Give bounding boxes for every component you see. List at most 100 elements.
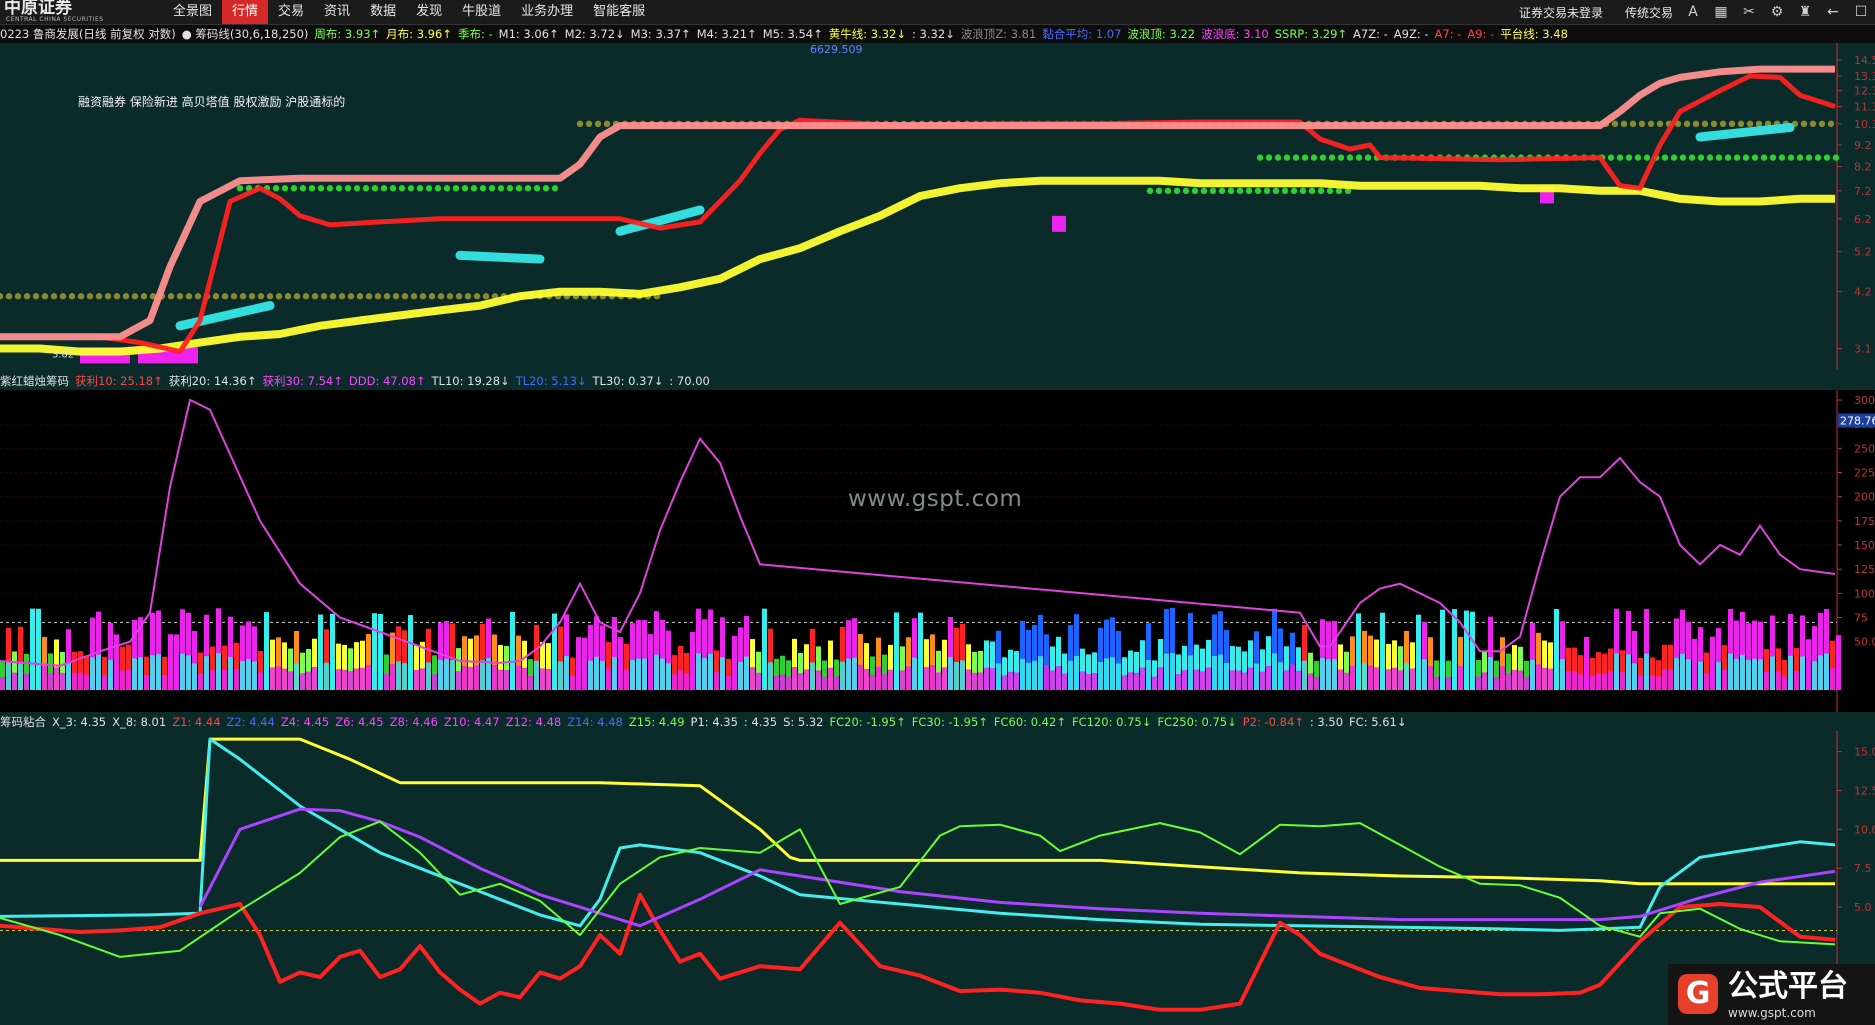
cohesion-legend-item-22: FC: 5.61↓ [1349, 715, 1407, 729]
price-legend-item-20: A9: - [1467, 27, 1495, 41]
cohesion-chart[interactable]: 15.0 12.5 10.0 7.5 5.0 [0, 731, 1875, 1025]
price-legend-item-3: 月布: 3.96↑ [386, 27, 452, 41]
shirt-icon[interactable]: ♜ [1797, 4, 1813, 20]
price-legend-item-11: : 3.32↓ [912, 27, 955, 41]
top-link-0[interactable]: 证券交易未登录 [1519, 4, 1603, 21]
chip-tick-label-0: 300 [1854, 394, 1875, 407]
cohesion-legend-item-8: Z10: 4.47 [443, 715, 500, 729]
cohesion-legend-item-4: Z2: 4.44 [226, 715, 275, 729]
price-tick-label-6: 8.2 [1854, 160, 1872, 173]
price-tick-label-8: 6.2 [1854, 213, 1872, 226]
cohesion-tick-label-4: 5.0 [1854, 901, 1872, 914]
menu-item-0[interactable]: 全景图 [163, 0, 222, 24]
price-legend-item-16: SSRP: 3.29↑ [1274, 27, 1348, 41]
chip-legend-item-4: DDD: 47.08↑ [348, 374, 426, 388]
chip-tick-label-9: 75 [1854, 612, 1868, 625]
price-chart-panel: 0223 鲁商发展(日线 前复权 对数) ● 筹码线(30,6,18,250) 周布… [0, 25, 1875, 370]
chip-legend: 紫红蜡烛筹码 获利10: 25.18↑ 获利20: 14.36↑ 获利30: 7.54… [0, 372, 1875, 390]
price-legend-item-10: 黄牛线: 3.32↓ [828, 27, 906, 41]
chip-dot-row-4 [1146, 187, 1352, 195]
chip-legend-item-6: TL20: 5.13↓ [515, 374, 587, 388]
menu-item-2[interactable]: 交易 [268, 0, 314, 24]
chip-tick-label-4: 200 [1854, 491, 1875, 504]
cohesion-legend-item-3: Z1: 4.44 [172, 715, 221, 729]
chip-legend-item-1: 获利10: 25.18↑ [75, 374, 163, 388]
price-legend-item-7: M3: 3.37↑ [630, 27, 691, 41]
chip-legend-item-7: TL30: 0.37↓ [592, 374, 664, 388]
brand-badge: G 公式平台 www.gspt.com [1668, 964, 1875, 1025]
cohesion-legend-item-14: S: 5.32 [783, 715, 824, 729]
price-tick-label-9: 5.2 [1854, 246, 1872, 259]
cyan-segment-1 [455, 250, 545, 264]
watermark-text: www.gspt.com [848, 486, 1023, 512]
price-legend-item-0: 0223 鲁商发展(日线 前复权 对数) [0, 27, 176, 41]
price-tick-label-7: 7.2 [1854, 185, 1872, 198]
chip-legend-item-8: : 70.00 [669, 374, 710, 388]
chip-legend-item-2: 获利20: 14.36↑ [168, 374, 257, 388]
chip-panel: 紫红蜡烛筹码 获利10: 25.18↑ 获利20: 14.36↑ 获利30: 7.54… [0, 372, 1875, 712]
menu-item-6[interactable]: 牛股道 [452, 0, 511, 24]
price-legend-item-8: M4: 3.21↑ [696, 27, 757, 41]
cohesion-legend: 筹码粘合 X_3: 4.35 X_8: 8.01 Z1: 4.44 Z2: 4.44 Z4… [0, 713, 1875, 731]
price-tick-label-10: 4.2 [1854, 286, 1872, 299]
main-menu: 全景图 行情 交易 资讯 数据 发现 牛股道 业务办理 智能客服 [163, 0, 655, 24]
menu-item-8[interactable]: 智能客服 [583, 0, 655, 24]
cohesion-legend-item-0: 筹码粘合 [0, 715, 46, 729]
cohesion-tick-label-0: 15.0 [1854, 746, 1875, 759]
chip-tick-label-2: 250 [1854, 442, 1875, 455]
price-legend: 0223 鲁商发展(日线 前复权 对数) ● 筹码线(30,6,18,250) 周布… [0, 25, 1875, 43]
grid-icon[interactable]: ▦ [1713, 4, 1729, 20]
price-legend-item-4: 季布: - [457, 27, 493, 41]
price-legend-item-21: 平台线: 3.48 [1500, 27, 1568, 41]
chip-legend-item-5: TL10: 19.28↓ [431, 374, 510, 388]
chat-icon[interactable]: ☐ [1853, 4, 1869, 20]
cohesion-legend-item-16: FC30: -1.95↑ [911, 715, 988, 729]
price-legend-item-5: M1: 3.06↑ [498, 27, 559, 41]
gear-icon[interactable]: ⚙ [1769, 4, 1785, 20]
cohesion-tick-label-3: 7.5 [1854, 862, 1872, 875]
menu-item-5[interactable]: 发现 [406, 0, 452, 24]
price-legend-item-15: 波浪底: 3.10 [1201, 27, 1269, 41]
concept-tags: 融资融券 保险新进 高贝塔值 股权激励 沪股通标的 [78, 94, 345, 109]
price-legend-item-9: M5: 3.54↑ [762, 27, 823, 41]
cohesion-legend-item-12: P1: 4.35 [690, 715, 738, 729]
menu-item-4[interactable]: 数据 [360, 0, 406, 24]
price-legend-item-13: 黏合平均: 1.07 [1042, 27, 1122, 41]
chip-tick-label-7: 125 [1854, 563, 1875, 576]
price-tick-label-5: 9.2 [1854, 139, 1872, 152]
cohesion-tick-label-2: 10.0 [1854, 823, 1875, 836]
menu-item-7[interactable]: 业务办理 [511, 0, 583, 24]
chip-tick-label-8: 100 [1854, 587, 1875, 600]
price-tick-label-11: 3.1 [1854, 343, 1872, 356]
chip-legend-item-3: 获利30: 7.54↑ [262, 374, 343, 388]
top-menu-bar: 中原证券 CENTRAL CHINA SECURITIES 全景图 行情 交易 资讯数… [0, 0, 1875, 25]
price-legend-item-1: ● 筹码线(30,6,18,250) [181, 27, 309, 41]
price-chart[interactable]: 14.5 13.3 12.3 11.3 10.3 9.2 8.2 7.2 6.2 5.2 4.2 3.… [0, 43, 1875, 370]
cohesion-legend-item-20: P2: -0.84↑ [1242, 715, 1304, 729]
tools-icon[interactable]: ✂ [1741, 4, 1757, 20]
current-value-label: 278.76 [1840, 415, 1875, 428]
cohesion-legend-item-2: X_8: 8.01 [112, 715, 167, 729]
chip-tick-label-10: 50.00 [1854, 636, 1875, 649]
menu-item-3[interactable]: 资讯 [314, 0, 360, 24]
chip-legend-item-0: 紫红蜡烛筹码 [0, 374, 69, 388]
top-link-1[interactable]: 传统交易 [1625, 4, 1673, 21]
cohesion-legend-item-7: Z8: 4.46 [389, 715, 438, 729]
menu-item-1[interactable]: 行情 [222, 0, 269, 24]
cohesion-legend-item-17: FC60: 0.42↑ [993, 715, 1066, 729]
back-arrow-icon[interactable]: ← [1825, 4, 1841, 20]
font-size-icon[interactable]: A [1685, 4, 1701, 20]
cohesion-legend-item-21: : 3.50 [1309, 715, 1344, 729]
price-legend-item-19: A7: - [1434, 27, 1462, 41]
cohesion-legend-item-19: FC250: 0.75↓ [1157, 715, 1237, 729]
chip-tick-label-3: 225 [1854, 467, 1875, 480]
price-legend-item-12: 波浪顶Z: 3.81 [960, 27, 1037, 41]
price-tick-label-2: 12.3 [1854, 85, 1875, 98]
price-legend-item-17: A7Z: - [1353, 27, 1388, 41]
peak-value-label: 6629.509 [810, 43, 863, 56]
price-marker-label: 3.02 [52, 349, 74, 360]
chip-chart[interactable]: 3002752502252001751501251007550.00278.76 [0, 390, 1875, 712]
top-right-tools: 证券交易未登录 传统交易 A ▦ ✂ ⚙ ♜ ← ☐ [1497, 0, 1869, 24]
price-tick-label-0: 14.5 [1854, 54, 1875, 67]
cohesion-legend-item-15: FC20: -1.95↑ [829, 715, 906, 729]
